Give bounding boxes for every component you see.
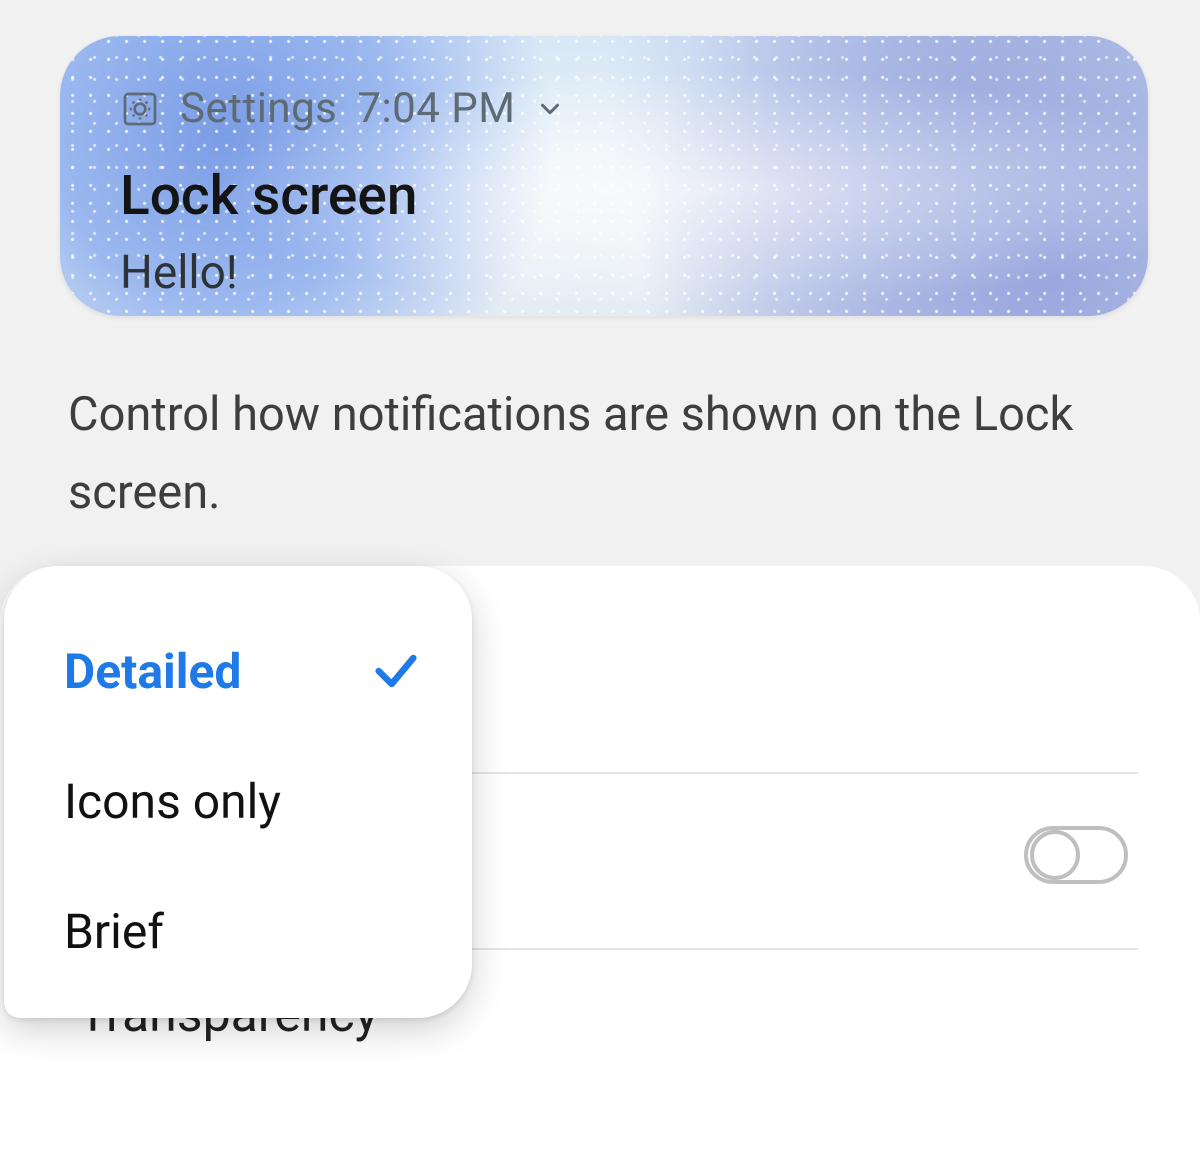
- divider: [470, 772, 1138, 774]
- notification-preview-header: Settings 7:04 PM: [120, 84, 565, 133]
- notification-body: Hello!: [120, 246, 238, 300]
- check-icon: [370, 645, 422, 697]
- notification-app-name: Settings: [180, 84, 337, 133]
- option-label: Icons only: [64, 773, 281, 830]
- toggle-knob: [1030, 830, 1080, 880]
- notification-title: Lock screen: [120, 164, 417, 228]
- option-icons-only[interactable]: Icons only: [4, 736, 472, 866]
- option-brief[interactable]: Brief: [4, 866, 472, 996]
- chevron-down-icon: [535, 94, 565, 124]
- settings-app-icon: [120, 89, 160, 129]
- option-label: Brief: [64, 903, 164, 960]
- notification-preview-card: Settings 7:04 PM Lock screen Hello!: [60, 36, 1148, 316]
- divider: [470, 948, 1138, 950]
- view-style-popup: Detailed Icons only Brief: [4, 566, 472, 1018]
- option-label: Detailed: [64, 643, 241, 700]
- notification-time: 7:04 PM: [357, 84, 515, 133]
- page-description: Control how notifications are shown on t…: [68, 376, 1130, 531]
- option-detailed[interactable]: Detailed: [4, 606, 472, 736]
- toggle-switch[interactable]: [1024, 826, 1128, 884]
